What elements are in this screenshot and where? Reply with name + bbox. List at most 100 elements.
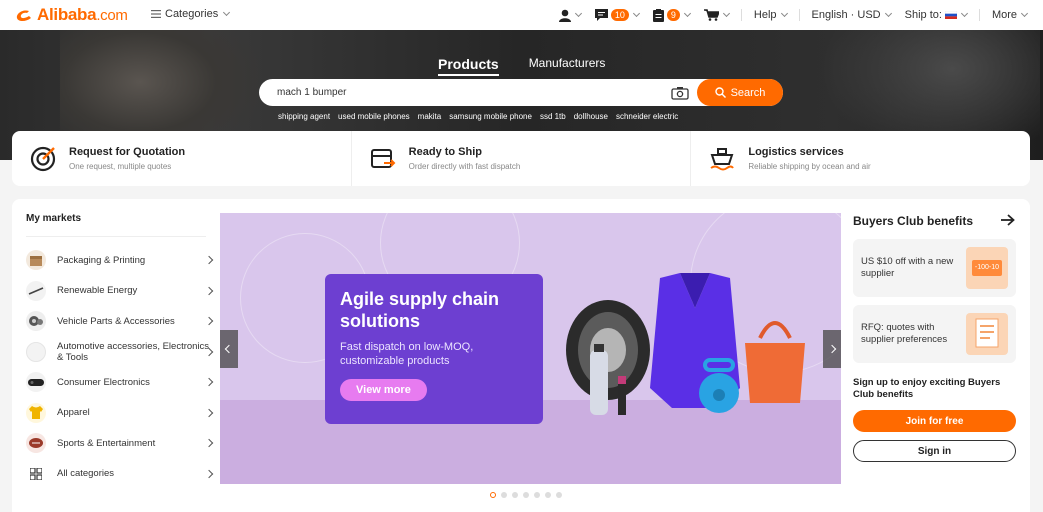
market-label: Apparel bbox=[57, 407, 90, 419]
ship-to-menu[interactable]: Ship to: bbox=[905, 9, 969, 21]
market-item-apparel[interactable]: Apparel bbox=[26, 398, 214, 429]
market-label: All categories bbox=[57, 468, 115, 480]
buyers-club-card-rfq[interactable]: RFQ: quotes with supplier preferences bbox=[853, 305, 1016, 363]
target-icon bbox=[29, 145, 57, 173]
search-button[interactable]: Search bbox=[697, 79, 783, 106]
divider bbox=[798, 9, 800, 21]
buyers-club-card-text: RFQ: quotes with supplier preferences bbox=[861, 322, 948, 345]
tab-manufacturers[interactable]: Manufacturers bbox=[529, 54, 606, 76]
carousel-dot[interactable] bbox=[523, 492, 529, 498]
carousel-next-button[interactable] bbox=[823, 330, 841, 368]
service-subtitle: Order directly with fast dispatch bbox=[408, 162, 521, 171]
carousel-dot[interactable] bbox=[501, 492, 507, 498]
chevron-right-icon bbox=[204, 286, 214, 295]
market-item-renewable-energy[interactable]: Renewable Energy bbox=[26, 276, 214, 307]
market-label: Automotive accessories, Electronics & To… bbox=[57, 340, 210, 363]
orders-count-badge: 9 bbox=[666, 9, 680, 21]
carousel-dot[interactable] bbox=[512, 492, 518, 498]
coupon-badge: -100-10 bbox=[971, 260, 1003, 276]
help-label: Help bbox=[753, 9, 777, 21]
alibaba-logo[interactable]: Alibaba .com bbox=[14, 5, 128, 25]
suggestion-link[interactable]: shipping agent bbox=[278, 112, 330, 121]
carousel-prev-button[interactable] bbox=[220, 330, 238, 368]
user-icon bbox=[558, 9, 571, 22]
suggestion-link[interactable]: used mobile phones bbox=[338, 112, 410, 121]
promo-banner-carousel[interactable]: Agile supply chain solutions Fast dispat… bbox=[220, 213, 841, 484]
account-button[interactable] bbox=[558, 9, 583, 22]
suggestion-link[interactable]: makita bbox=[418, 112, 442, 121]
package-icon bbox=[26, 250, 46, 271]
rfq-document-image bbox=[966, 313, 1008, 355]
carousel-pagination bbox=[490, 492, 562, 498]
join-for-free-button[interactable]: Join for free bbox=[853, 410, 1016, 432]
top-navigation-bar: Alibaba .com Categories 10 9 Help Englis… bbox=[0, 0, 1043, 30]
service-logistics[interactable]: Logistics services Reliable shipping by … bbox=[691, 131, 1030, 186]
categories-label: Categories bbox=[165, 8, 219, 20]
buyers-club-signup-note: Sign up to enjoy exciting Buyers Club be… bbox=[853, 377, 1001, 400]
messages-button[interactable]: 10 bbox=[594, 9, 641, 21]
market-label: Packaging & Printing bbox=[57, 254, 146, 266]
vehicle-parts-icon bbox=[26, 311, 46, 332]
suggestion-link[interactable]: schneider electric bbox=[616, 112, 678, 121]
cart-button[interactable] bbox=[703, 9, 731, 21]
chevron-down-icon bbox=[780, 9, 788, 18]
orders-button[interactable]: 9 bbox=[652, 8, 692, 22]
carousel-dot[interactable] bbox=[545, 492, 551, 498]
more-menu[interactable]: More bbox=[992, 9, 1029, 21]
suggestion-link[interactable]: dollhouse bbox=[574, 112, 608, 121]
cart-icon bbox=[703, 9, 719, 21]
service-request-for-quotation[interactable]: Request for Quotation One request, multi… bbox=[12, 131, 352, 186]
service-subtitle: One request, multiple quotes bbox=[69, 162, 172, 171]
chevron-down-icon bbox=[632, 9, 640, 18]
chevron-right-icon bbox=[204, 377, 214, 387]
help-menu[interactable]: Help bbox=[754, 9, 789, 21]
banner-body: Fast dispatch on low-MOQ, customizable p… bbox=[340, 341, 474, 367]
logo-domain: .com bbox=[96, 6, 128, 24]
banner-promo-card: Agile supply chain solutions Fast dispat… bbox=[325, 274, 543, 424]
search-input[interactable]: mach 1 bumper bbox=[259, 87, 671, 98]
service-title: Logistics services bbox=[748, 146, 844, 158]
russia-flag-icon bbox=[944, 11, 957, 19]
carousel-dot[interactable] bbox=[534, 492, 540, 498]
more-label: More bbox=[991, 9, 1017, 21]
search-bar: mach 1 bumper Search bbox=[259, 79, 783, 106]
logo-text: Alibaba bbox=[37, 5, 97, 24]
ship-icon bbox=[708, 145, 736, 173]
banner-headline: Agile supply chain solutions bbox=[340, 289, 500, 331]
market-label: Vehicle Parts & Accessories bbox=[57, 315, 175, 327]
main-content: My markets Packaging & Printing Renewabl… bbox=[12, 199, 1030, 512]
chevron-down-icon bbox=[884, 9, 892, 18]
chevron-down-icon bbox=[1020, 9, 1029, 18]
camera-icon[interactable] bbox=[671, 86, 689, 100]
chevron-left-icon bbox=[224, 344, 234, 354]
carousel-dot[interactable] bbox=[556, 492, 562, 498]
service-ready-to-ship[interactable]: Ready to Ship Order directly with fast d… bbox=[352, 131, 692, 186]
chevron-right-icon bbox=[204, 316, 214, 326]
market-item-packaging-printing[interactable]: Packaging & Printing bbox=[26, 245, 214, 276]
arrow-right-icon[interactable] bbox=[1001, 214, 1015, 226]
market-label: Sports & Entertainment bbox=[57, 437, 156, 449]
carousel-dot-active[interactable] bbox=[490, 492, 496, 498]
chevron-right-icon bbox=[204, 469, 214, 478]
suggestion-link[interactable]: samsung mobile phone bbox=[449, 112, 532, 121]
apparel-icon bbox=[26, 402, 46, 423]
divider bbox=[26, 236, 206, 237]
market-item-all-categories[interactable]: All categories bbox=[26, 459, 214, 490]
market-item-sports-entertainment[interactable]: Sports & Entertainment bbox=[26, 428, 214, 459]
view-more-button[interactable]: View more bbox=[340, 379, 427, 401]
search-suggestions: shipping agent used mobile phones makita… bbox=[278, 112, 678, 121]
market-item-automotive-accessories[interactable]: Automotive accessories, Electronics & To… bbox=[26, 337, 214, 368]
chevron-down-icon bbox=[960, 9, 968, 18]
buyers-club-card-text: US $10 off with a new supplier bbox=[861, 256, 954, 279]
top-right-actions: 10 9 Help English · USD Ship to: More bbox=[547, 0, 1029, 30]
tab-products[interactable]: Products bbox=[438, 54, 499, 76]
suggestion-link[interactable]: ssd 1tb bbox=[540, 112, 566, 121]
categories-menu[interactable]: Categories bbox=[151, 8, 231, 20]
search-icon bbox=[714, 87, 726, 98]
market-item-vehicle-parts[interactable]: Vehicle Parts & Accessories bbox=[26, 306, 214, 337]
buyers-club-card-coupon[interactable]: US $10 off with a new supplier -100-10 bbox=[853, 239, 1016, 297]
sign-in-button[interactable]: Sign in bbox=[853, 440, 1016, 462]
language-currency-menu[interactable]: English · USD bbox=[812, 9, 893, 21]
market-item-consumer-electronics[interactable]: Consumer Electronics bbox=[26, 367, 214, 398]
coupon-image: -100-10 bbox=[966, 247, 1008, 289]
